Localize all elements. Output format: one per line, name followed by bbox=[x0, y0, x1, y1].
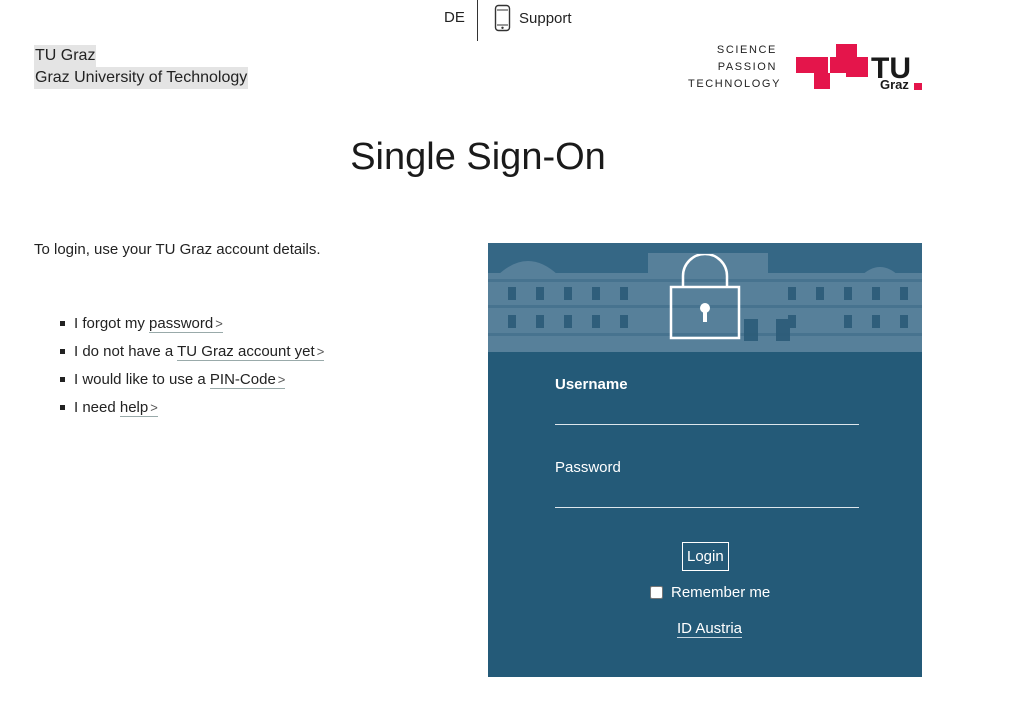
logo-graz-text: Graz bbox=[880, 77, 909, 91]
help-links-list: I forgot my password > I do not have a TU… bbox=[60, 312, 325, 424]
help-link-item: I do not have a TU Graz account yet > bbox=[60, 340, 325, 368]
login-panel: Username Password Login Remember me ID A… bbox=[488, 243, 922, 677]
org-name[interactable]: TU Graz Graz University of Technology bbox=[34, 45, 249, 89]
help-label: help bbox=[119, 399, 149, 416]
no-account-link[interactable]: TU Graz account yet > bbox=[177, 343, 325, 361]
remember-me-label[interactable]: Remember me bbox=[671, 584, 770, 601]
help-link-item: I would like to use a PIN-Code > bbox=[60, 368, 324, 396]
login-button[interactable]: Login bbox=[682, 542, 729, 571]
password-label: Password bbox=[555, 459, 621, 476]
support-label: Support bbox=[519, 9, 572, 27]
org-full-name[interactable]: Graz University of Technology bbox=[34, 67, 249, 89]
password-input[interactable] bbox=[555, 486, 859, 508]
help-link-prefix: I forgot my bbox=[74, 315, 150, 332]
language-switch-de[interactable]: DE bbox=[444, 9, 465, 26]
chevron-right-icon: > bbox=[150, 400, 158, 415]
username-input[interactable] bbox=[555, 403, 859, 425]
tagline-passion: PASSION bbox=[717, 61, 777, 73]
intro-text: To login, use your TU Graz account detai… bbox=[34, 241, 321, 258]
help-link-prefix: I do not have a bbox=[74, 343, 178, 360]
org-short-name[interactable]: TU Graz bbox=[34, 45, 97, 67]
pin-code-link[interactable]: PIN-Code > bbox=[209, 371, 286, 389]
header-divider bbox=[477, 0, 478, 41]
no-account-label: TU Graz account yet bbox=[177, 343, 315, 360]
username-field-group: Username bbox=[555, 376, 859, 425]
password-field-group: Password bbox=[555, 459, 859, 508]
logo-tagline: SCIENCE PASSION TECHNOLOGY bbox=[688, 42, 782, 93]
help-link[interactable]: help > bbox=[119, 399, 158, 417]
pin-code-label: PIN-Code bbox=[209, 371, 276, 388]
chevron-right-icon: > bbox=[215, 316, 223, 331]
tagline-science: SCIENCE bbox=[716, 44, 777, 56]
smartphone-icon bbox=[494, 4, 511, 32]
help-link-prefix: I would like to use a bbox=[74, 371, 210, 388]
building-banner bbox=[488, 243, 922, 352]
chevron-right-icon: > bbox=[277, 372, 286, 387]
help-link-item: I need help > bbox=[60, 396, 324, 424]
support-link[interactable]: Support bbox=[494, 4, 572, 32]
page-title: Single Sign-On bbox=[350, 136, 606, 178]
remember-me: Remember me bbox=[650, 584, 770, 601]
forgot-password-label: password bbox=[149, 315, 214, 332]
username-label: Username bbox=[555, 376, 628, 393]
help-link-prefix: I need bbox=[74, 399, 120, 416]
help-link-item: I forgot my password > bbox=[60, 312, 324, 340]
padlock-icon bbox=[669, 254, 741, 340]
tu-graz-logo[interactable]: TU Graz bbox=[796, 43, 923, 91]
chevron-right-icon: > bbox=[316, 344, 325, 359]
forgot-password-link[interactable]: password > bbox=[149, 315, 223, 333]
id-austria-link[interactable]: ID Austria bbox=[677, 620, 743, 638]
sso-page: DE Support TU Graz Graz University of Te… bbox=[0, 0, 1034, 723]
tagline-technology: TECHNOLOGY bbox=[688, 78, 782, 90]
remember-me-checkbox[interactable] bbox=[650, 586, 663, 599]
